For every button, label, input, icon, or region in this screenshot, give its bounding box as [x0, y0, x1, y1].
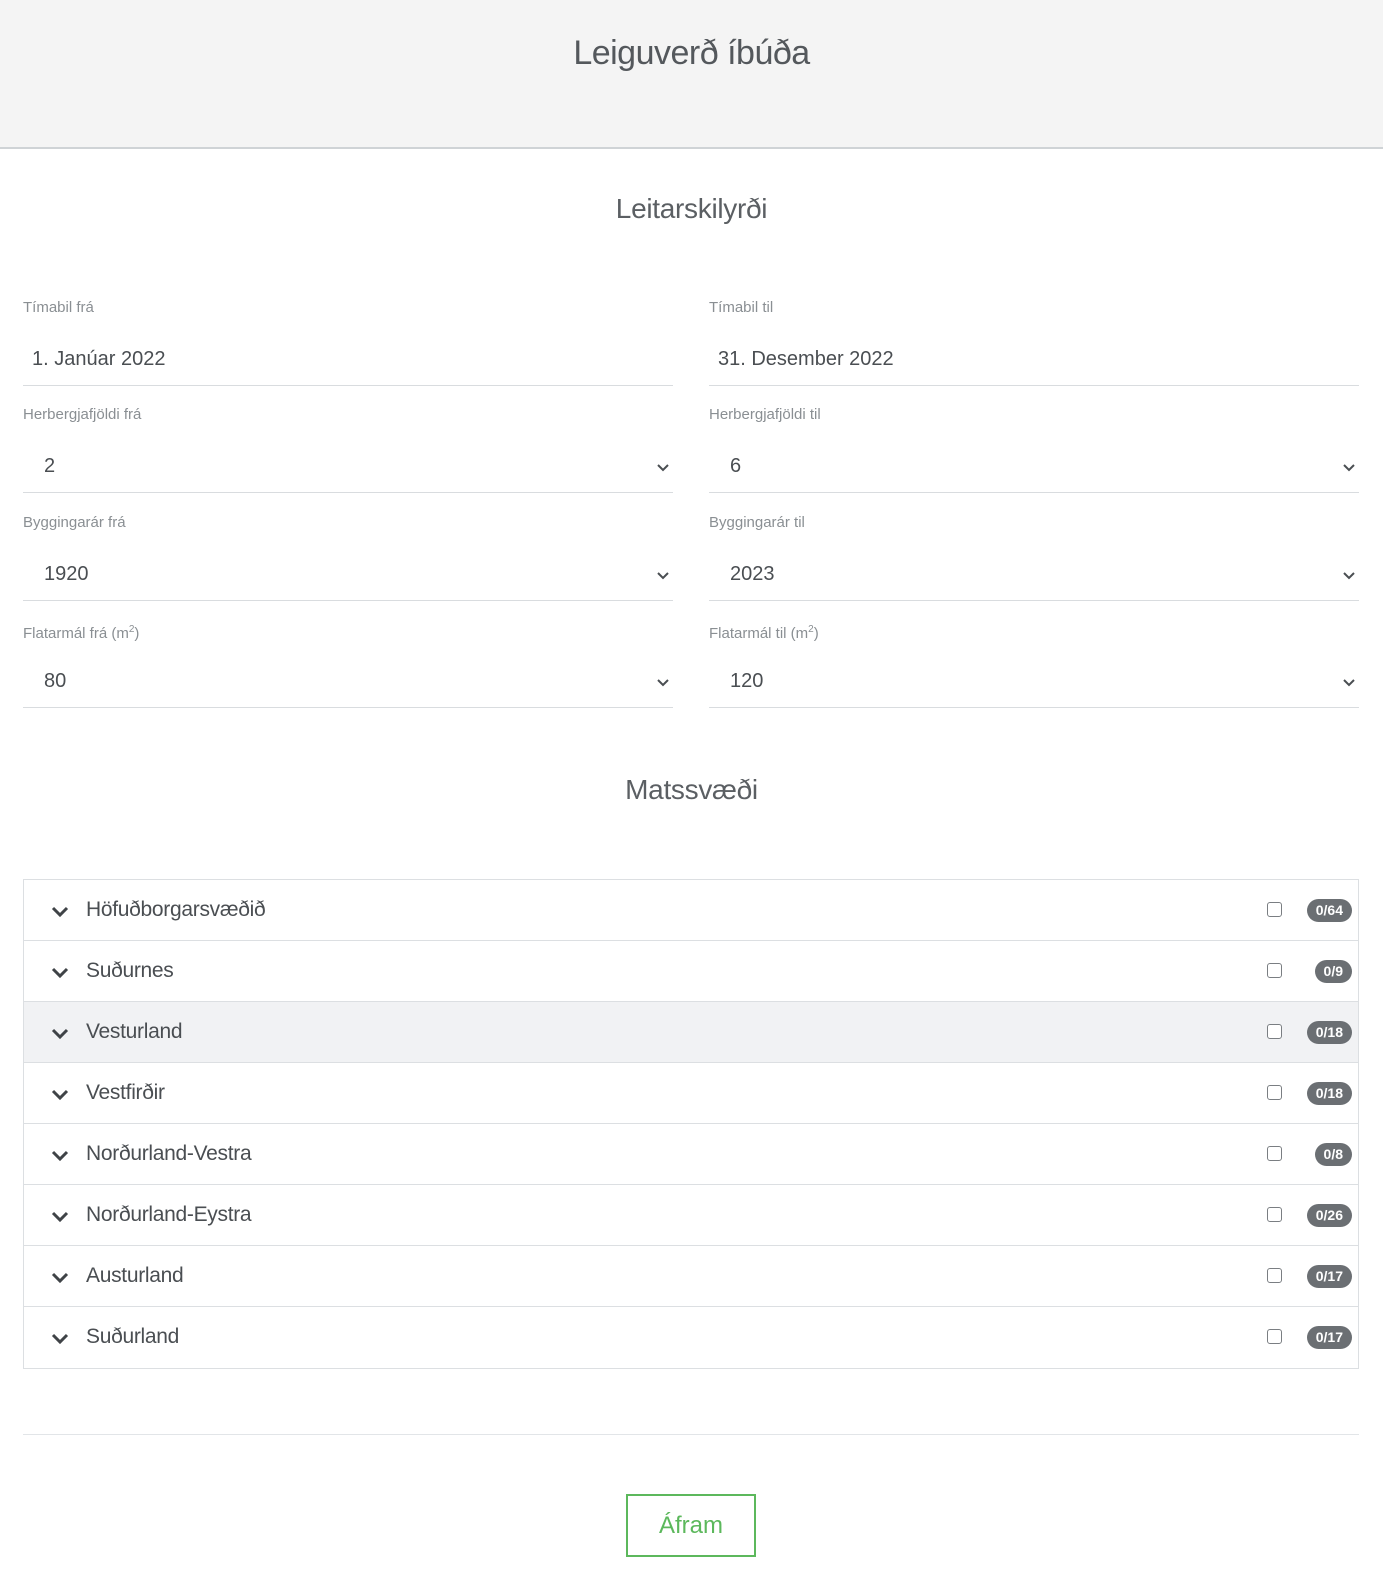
region-row-sudurland[interactable]: Suðurland 0/17 — [24, 1307, 1358, 1368]
regions-title: Matssvæði — [625, 774, 758, 805]
area-to-value: 120 — [730, 670, 764, 692]
region-row-vesturland[interactable]: Vesturland 0/18 — [24, 1002, 1358, 1063]
chevron-down-icon[interactable] — [50, 902, 70, 920]
region-name: Norðurland-Vestra — [86, 1142, 252, 1165]
chevron-down-icon — [657, 572, 669, 580]
region-count-badge: 0/17 — [1306, 1265, 1352, 1288]
page-header: Leiguverð íbúða — [0, 0, 1383, 149]
region-checkbox[interactable] — [1267, 1268, 1282, 1283]
chevron-down-icon — [1343, 679, 1355, 687]
chevron-down-icon[interactable] — [50, 1329, 70, 1347]
region-row-austurland[interactable]: Austurland 0/17 — [24, 1246, 1358, 1307]
year-to-value: 2023 — [730, 563, 775, 585]
region-name: Vesturland — [86, 1020, 183, 1043]
region-name: Austurland — [86, 1264, 184, 1287]
period-from-input[interactable]: 1. Janúar 2022 — [23, 334, 673, 386]
year-to-select[interactable]: 2023 — [709, 549, 1359, 601]
area-to-select[interactable]: 120 — [709, 656, 1359, 708]
region-checkbox[interactable] — [1267, 1146, 1282, 1161]
chevron-down-icon — [1343, 464, 1355, 472]
period-to-field: Tímabil til 31. Desember 2022 — [709, 298, 1359, 386]
chevron-down-icon[interactable] — [50, 1024, 70, 1042]
year-from-label: Byggingarár frá — [23, 514, 126, 531]
year-from-value: 1920 — [44, 563, 89, 585]
region-count-badge: 0/18 — [1306, 1021, 1352, 1044]
region-count-badge: 0/17 — [1306, 1326, 1352, 1349]
rooms-from-label: Herbergjafjöldi frá — [23, 406, 142, 423]
criteria-title: Leitarskilyrði — [615, 193, 768, 224]
period-from-field: Tímabil frá 1. Janúar 2022 — [23, 298, 673, 386]
region-row-sudurnes[interactable]: Suðurnes 0/9 — [24, 941, 1358, 1002]
region-name: Suðurnes — [86, 959, 174, 982]
chevron-down-icon[interactable] — [50, 1268, 70, 1286]
region-row-nordurland-eystra[interactable]: Norðurland-Eystra 0/26 — [24, 1185, 1358, 1246]
region-row-hofudborgarsvaedid[interactable]: Höfuðborgarsvæðið 0/64 — [24, 880, 1358, 941]
chevron-down-icon — [657, 679, 669, 687]
region-checkbox[interactable] — [1267, 902, 1282, 917]
chevron-down-icon — [657, 464, 669, 472]
region-name: Vestfirðir — [86, 1081, 165, 1104]
rooms-from-field: Herbergjafjöldi frá 2 — [23, 405, 673, 493]
area-to-field: Flatarmál til (m2) 120 — [709, 620, 1359, 708]
rooms-from-select[interactable]: 2 — [23, 441, 673, 493]
year-from-select[interactable]: 1920 — [23, 549, 673, 601]
period-from-value: 1. Janúar 2022 — [32, 348, 166, 370]
region-count-badge: 0/64 — [1306, 899, 1352, 922]
region-checkbox[interactable] — [1267, 1329, 1282, 1344]
region-count-badge: 0/18 — [1306, 1082, 1352, 1105]
year-to-label: Byggingarár til — [709, 514, 805, 531]
region-row-vestfirdir[interactable]: Vestfirðir 0/18 — [24, 1063, 1358, 1124]
region-name: Höfuðborgarsvæðið — [86, 898, 266, 921]
region-count-badge: 0/8 — [1314, 1143, 1352, 1166]
rooms-to-label: Herbergjafjöldi til — [709, 406, 821, 423]
period-from-label: Tímabil frá — [23, 299, 94, 316]
region-checkbox[interactable] — [1267, 963, 1282, 978]
rooms-from-value: 2 — [44, 455, 56, 477]
region-checkbox[interactable] — [1267, 1024, 1282, 1039]
chevron-down-icon[interactable] — [50, 1085, 70, 1103]
page-title: Leiguverð íbúða — [573, 34, 810, 72]
region-name: Norðurland-Eystra — [86, 1203, 252, 1226]
period-to-value: 31. Desember 2022 — [718, 348, 894, 370]
region-count-badge: 0/26 — [1306, 1204, 1352, 1227]
period-to-input[interactable]: 31. Desember 2022 — [709, 334, 1359, 386]
area-from-select[interactable]: 80 — [23, 656, 673, 708]
chevron-down-icon[interactable] — [50, 1207, 70, 1225]
region-list: Höfuðborgarsvæðið 0/64 Suðurnes 0/9 Vest… — [23, 879, 1359, 1369]
chevron-down-icon[interactable] — [50, 963, 70, 981]
region-count-badge: 0/9 — [1314, 960, 1352, 983]
footer-divider — [23, 1434, 1359, 1435]
rooms-to-value: 6 — [730, 455, 742, 477]
region-name: Suðurland — [86, 1325, 180, 1348]
rooms-to-field: Herbergjafjöldi til 6 — [709, 405, 1359, 493]
region-row-nordurland-vestra[interactable]: Norðurland-Vestra 0/8 — [24, 1124, 1358, 1185]
rooms-to-select[interactable]: 6 — [709, 441, 1359, 493]
chevron-down-icon[interactable] — [50, 1146, 70, 1164]
region-checkbox[interactable] — [1267, 1085, 1282, 1100]
area-to-label: Flatarmál til (m2) — [709, 624, 819, 642]
year-from-field: Byggingarár frá 1920 — [23, 513, 673, 601]
area-from-field: Flatarmál frá (m2) 80 — [23, 620, 673, 708]
area-from-value: 80 — [44, 670, 67, 692]
area-from-label: Flatarmál frá (m2) — [23, 624, 140, 642]
period-to-label: Tímabil til — [709, 299, 774, 316]
region-checkbox[interactable] — [1267, 1207, 1282, 1222]
continue-button[interactable]: Áfram — [626, 1494, 756, 1557]
year-to-field: Byggingarár til 2023 — [709, 513, 1359, 601]
chevron-down-icon — [1343, 572, 1355, 580]
